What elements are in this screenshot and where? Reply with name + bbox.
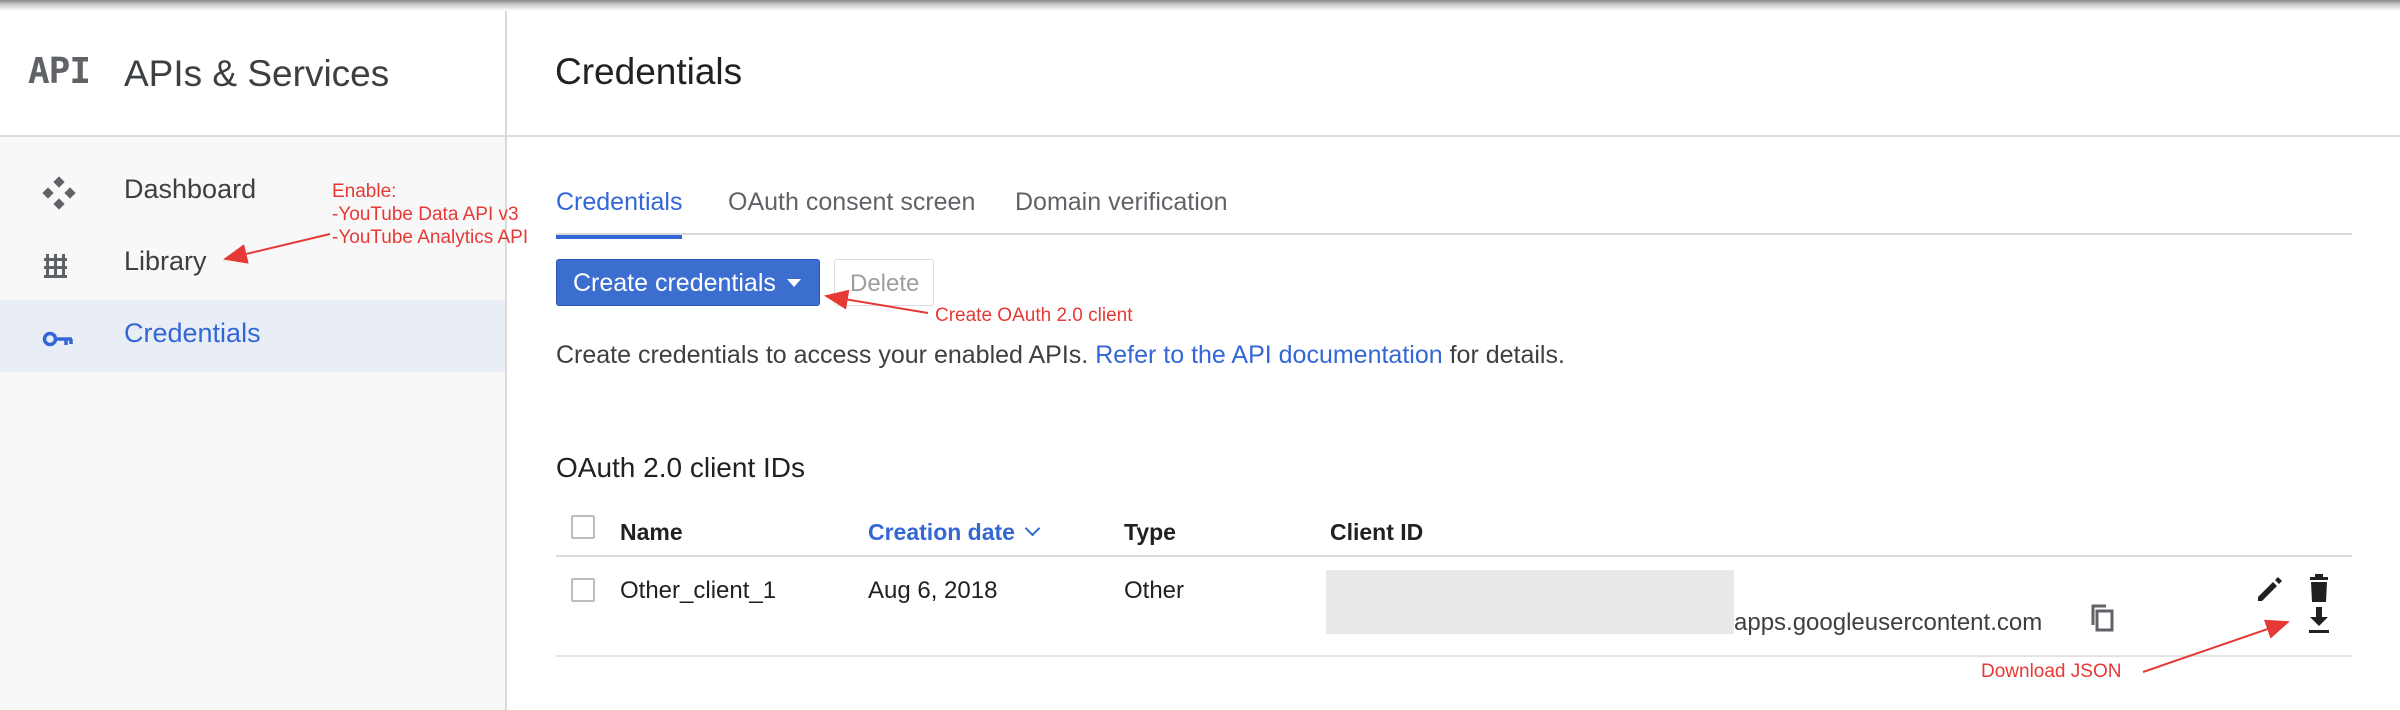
delete-label: Delete: [850, 270, 920, 297]
delete-button[interactable]: Delete: [834, 259, 934, 306]
page-title: Credentials: [555, 51, 743, 92]
api-documentation-link[interactable]: Refer to the API documentation: [1095, 341, 1442, 369]
section-title: OAuth 2.0 client IDs: [556, 452, 806, 483]
table-row[interactable]: Other_client_1 Aug 6, 2018 Other apps.go…: [556, 557, 2352, 657]
tab-credentials[interactable]: Credentials: [556, 188, 683, 239]
client-type: Other: [1124, 577, 1185, 604]
dashboard-icon: [42, 176, 76, 210]
annotation-download-json: Download JSON: [1981, 661, 2122, 682]
chevron-down-icon: [787, 279, 801, 287]
sidebar-item-label: Dashboard: [124, 174, 257, 204]
delete-icon[interactable]: [2302, 571, 2336, 605]
app-title: APIs & Services: [124, 53, 390, 94]
annotation-enable: Enable: -YouTube Data API v3 -YouTube An…: [332, 180, 528, 249]
redacted-client-id: [1326, 570, 1734, 634]
client-id-suffix: apps.googleusercontent.com: [1734, 609, 2043, 636]
library-icon: [44, 254, 67, 278]
sidebar-item-credentials[interactable]: Credentials: [0, 300, 505, 372]
annotation-line: -YouTube Analytics API: [332, 227, 529, 248]
column-header-client-id[interactable]: Client ID: [1330, 519, 1423, 546]
description-text: Create credentials to access your enable…: [556, 341, 1089, 369]
tab-domain-verification[interactable]: Domain verification: [1015, 188, 1228, 235]
sort-descending-icon: [1024, 520, 1041, 537]
edit-icon[interactable]: [2252, 571, 2286, 605]
table-header: Name Creation date Type Client ID: [556, 505, 2352, 557]
sidebar-header: API APIs & Services: [0, 11, 505, 137]
annotation-create-oauth: Create OAuth 2.0 client: [935, 305, 1133, 326]
column-header-type[interactable]: Type: [1124, 519, 1176, 546]
api-logo: API: [28, 51, 91, 92]
column-header-name[interactable]: Name: [620, 519, 683, 546]
description-suffix: for details.: [1449, 341, 1565, 369]
creation-date: Aug 6, 2018: [868, 577, 998, 604]
window-top-shadow: [0, 0, 2400, 11]
sidebar-item-label: Credentials: [124, 318, 261, 348]
row-checkbox[interactable]: [571, 578, 595, 602]
sidebar: API APIs & Services Dashboard Library Cr…: [0, 11, 507, 710]
credentials-description: Create credentials to access your enable…: [556, 341, 1565, 370]
annotation-line: Enable:: [332, 181, 397, 202]
sidebar-item-label: Library: [124, 246, 207, 276]
create-credentials-button[interactable]: Create credentials: [556, 259, 820, 306]
tab-bar: Credentials OAuth consent screen Domain …: [556, 172, 2352, 239]
select-all-checkbox[interactable]: [571, 515, 595, 539]
page-header: Credentials: [507, 11, 2400, 137]
tab-oauth-consent-screen[interactable]: OAuth consent screen: [728, 188, 975, 235]
client-name[interactable]: Other_client_1: [620, 577, 776, 605]
annotation-line: -YouTube Data API v3: [332, 204, 519, 225]
column-header-label: Creation date: [868, 519, 1015, 545]
column-header-creation-date[interactable]: Creation date: [868, 519, 1041, 546]
download-icon[interactable]: [2302, 603, 2336, 637]
create-credentials-label: Create credentials: [573, 269, 776, 297]
copy-icon[interactable]: [2086, 601, 2120, 635]
key-icon: [42, 331, 73, 347]
